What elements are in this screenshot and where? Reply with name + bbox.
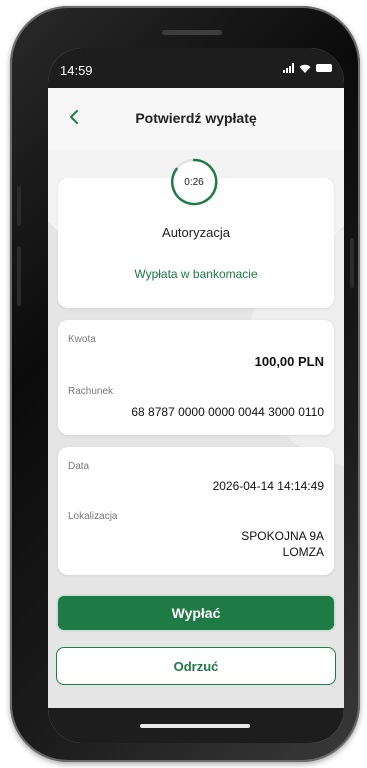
- details-card: Data 2026-04-14 14:14:49 Lokalizacja SPO…: [58, 447, 334, 575]
- reject-button[interactable]: Odrzuć: [56, 647, 336, 685]
- date-value: 2026-04-14 14:14:49: [212, 479, 324, 493]
- amount-value: 100,00 PLN: [254, 354, 324, 369]
- battery-icon: [316, 64, 332, 72]
- page-title: Potwierdź wypłatę: [135, 110, 257, 126]
- bottom-bar: [48, 708, 344, 743]
- authorization-subtitle: Wypłata w bankomacie: [134, 267, 258, 281]
- account-label: Rachunek: [68, 386, 114, 397]
- app-header: Potwierdź wypłatę: [48, 88, 344, 150]
- account-value: 68 8787 0000 0000 0044 3000 0110: [131, 405, 324, 419]
- status-time: 14:59: [60, 63, 93, 78]
- signal-icon: [283, 63, 294, 73]
- date-label: Data: [68, 461, 90, 472]
- status-icons: [283, 63, 332, 73]
- countdown-timer: 0:26: [168, 156, 220, 208]
- wifi-icon: [299, 64, 311, 73]
- authorization-title: Autoryzacja: [162, 225, 230, 240]
- phone-screen: 14:59 Potwierdź wypłatę 0:26 Autoryzacja…: [48, 48, 344, 743]
- home-indicator[interactable]: [140, 724, 250, 728]
- timer-text: 0:26: [184, 176, 204, 188]
- location-label: Lokalizacja: [68, 511, 118, 522]
- amount-label: Kwota: [68, 334, 96, 345]
- amount-card: Kwota 100,00 PLN Rachunek 68 8787 0000 0…: [58, 320, 334, 435]
- status-bar: 14:59: [48, 48, 344, 88]
- phone-frame: 14:59 Potwierdź wypłatę 0:26 Autoryzacja…: [10, 6, 360, 762]
- location-line2: LOMZA: [282, 545, 324, 559]
- volume-up-hardware-button: [17, 186, 21, 226]
- earpiece-speaker: [162, 30, 222, 35]
- volume-down-hardware-button: [17, 246, 21, 306]
- location-line1: SPOKOJNA 9A: [241, 529, 324, 543]
- power-hardware-button: [350, 238, 354, 288]
- withdraw-button[interactable]: Wypłać: [56, 594, 336, 632]
